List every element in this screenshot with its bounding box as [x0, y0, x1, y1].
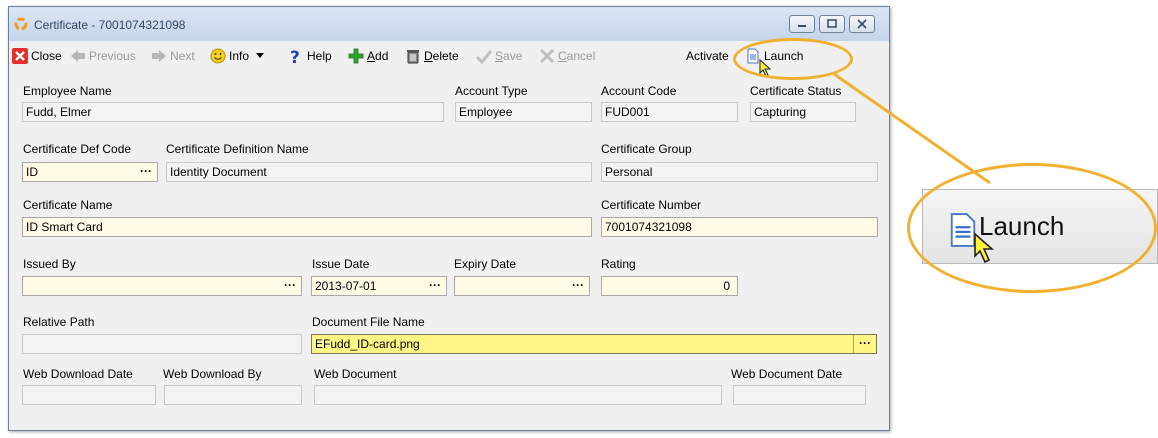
zoom-highlight-ring [907, 163, 1157, 293]
launch-highlight-ring [733, 38, 853, 80]
